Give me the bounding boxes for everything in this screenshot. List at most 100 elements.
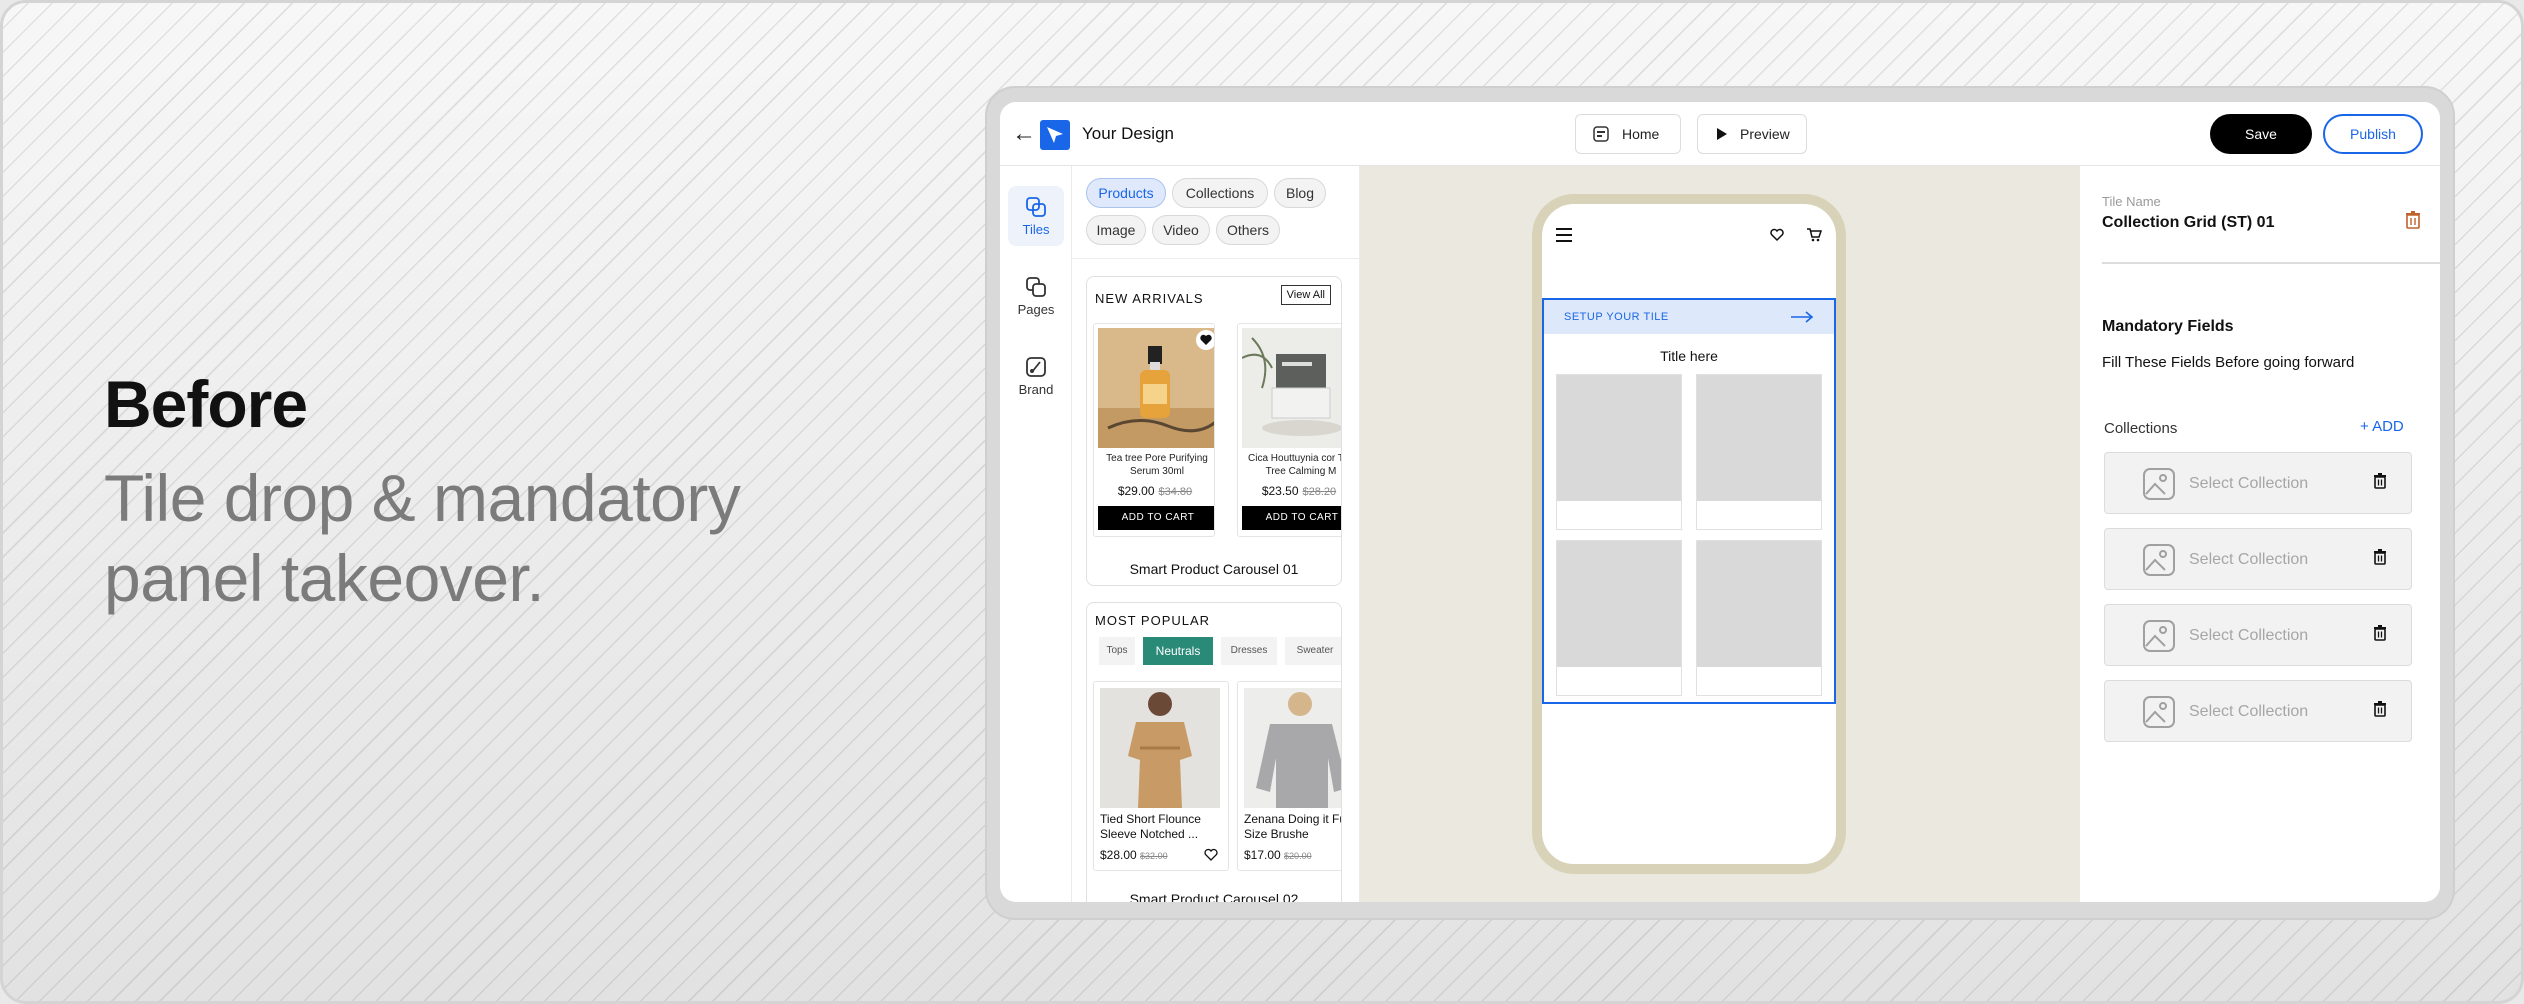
select-collection-text: Select Collection <box>2189 551 2309 568</box>
chip-others[interactable]: Others <box>1216 215 1280 245</box>
image-placeholder-icon <box>2143 620 2175 652</box>
delete-tile-icon[interactable] <box>2405 211 2421 229</box>
mandatory-fields-description: Fill These Fields Before going forward <box>2102 354 2355 371</box>
trash-icon[interactable] <box>2373 473 2387 489</box>
home-page-icon <box>1593 126 1609 142</box>
product-price: $17.00 $20.00 <box>1244 848 1312 862</box>
rail-label-brand: Brand <box>1018 382 1054 397</box>
rail-item-pages[interactable]: Pages <box>1008 266 1064 326</box>
product-name: Tea tree Pore Purifying Serum 30ml <box>1106 453 1208 477</box>
rail-label-tiles: Tiles <box>1022 222 1050 237</box>
grid-cell <box>1696 374 1822 530</box>
product-price: $23.50 $28.20 <box>1261 484 1337 498</box>
grid-cell <box>1556 374 1682 530</box>
collections-label: Collections <box>2104 420 2178 437</box>
trash-icon[interactable] <box>2373 549 2387 565</box>
dropped-tile-collection-grid[interactable]: SETUP YOUR TILE Title here <box>1542 298 1836 704</box>
skincare-jar-image <box>1242 328 1341 448</box>
section-heading: NEW ARRIVALS <box>1095 291 1204 306</box>
filter-tab-sweater[interactable]: Sweater <box>1285 637 1341 665</box>
preview-button[interactable]: Preview <box>1697 114 1807 154</box>
heart-icon[interactable] <box>1770 228 1784 242</box>
phone-preview: SETUP YOUR TILE Title here <box>1532 194 1846 874</box>
hero-title: Before <box>104 367 308 441</box>
rail-item-brand[interactable]: Brand <box>1008 346 1064 406</box>
select-collection-text: Select Collection <box>2189 627 2309 644</box>
grid-cell <box>1556 540 1682 696</box>
image-placeholder-icon <box>2143 468 2175 500</box>
tile-caption: Smart Product Carousel 02 <box>1129 891 1299 902</box>
tile-settings-panel: Tile Name Collection Grid (ST) 01 Mandat… <box>2080 166 2440 902</box>
tile-name-value[interactable]: Collection Grid (ST) 01 <box>2102 214 2274 232</box>
tiles-icon <box>1026 197 1046 217</box>
home-button[interactable]: Home <box>1575 114 1681 154</box>
rail-item-tiles[interactable]: Tiles <box>1008 186 1064 246</box>
flounce-dress-image <box>1100 688 1220 808</box>
save-button[interactable]: Save <box>2210 114 2312 154</box>
arrow-right-icon <box>1791 311 1814 323</box>
product-name: Zenana Doing it Full Size Brushe <box>1244 812 1342 841</box>
add-to-cart-button[interactable]: ADD TO CART <box>1098 506 1214 530</box>
chip-image[interactable]: Image <box>1086 215 1146 245</box>
select-collection-field[interactable]: Select Collection <box>2104 452 2412 514</box>
trash-icon[interactable] <box>2373 625 2387 641</box>
product-name: Tied Short Flounce Sleeve Notched ... <box>1100 812 1201 841</box>
home-label: Home <box>1622 126 1660 142</box>
left-rail: Tiles Pages Brand <box>1000 166 1072 902</box>
add-collection-button[interactable]: + ADD <box>2360 418 2404 435</box>
top-bar: ← Your Design Home Preview Save Publish <box>1000 102 2440 166</box>
design-title: Your Design <box>1082 124 1174 143</box>
select-collection-field[interactable]: Select Collection <box>2104 680 2412 742</box>
hero-subtitle: Tile drop & mandatory panel takeover. <box>104 461 741 615</box>
tiles-panel: Products Collections Blog Image Video Ot… <box>1072 166 1360 902</box>
chip-video[interactable]: Video <box>1152 215 1210 245</box>
divider <box>2102 262 2440 264</box>
select-collection-text: Select Collection <box>2189 703 2309 720</box>
publish-button[interactable]: Publish <box>2323 114 2423 154</box>
tile-caption: Smart Product Carousel 01 <box>1129 561 1299 577</box>
setup-tile-bar[interactable]: SETUP YOUR TILE <box>1544 300 1834 334</box>
filter-tab-dresses[interactable]: Dresses <box>1221 637 1277 665</box>
setup-tile-label: SETUP YOUR TILE <box>1564 311 1669 323</box>
add-to-cart-button[interactable]: ADD TO CART <box>1242 506 1341 530</box>
play-icon <box>1717 128 1727 140</box>
chip-products[interactable]: Products <box>1086 178 1166 208</box>
filter-tab-neutrals[interactable]: Neutrals <box>1143 637 1213 665</box>
mandatory-fields-title: Mandatory Fields <box>2102 318 2234 335</box>
cart-icon[interactable] <box>1806 228 1822 242</box>
preview-label: Preview <box>1740 126 1790 142</box>
grid-title: Title here <box>1660 348 1718 364</box>
product-card: Tied Short Flounce Sleeve Notched ... $2… <box>1093 681 1229 871</box>
product-price: $28.00 $32.00 <box>1100 848 1168 862</box>
design-canvas: SETUP YOUR TILE Title here <box>1360 166 2080 902</box>
section-heading: MOST POPULAR <box>1095 613 1211 628</box>
tile-card-smart-product-carousel-01[interactable]: NEW ARRIVALS View All Tea tree Pore Puri… <box>1086 276 1342 586</box>
tile-card-smart-product-carousel-02[interactable]: MOST POPULAR Tops Neutrals Dresses Sweat… <box>1086 602 1342 902</box>
image-placeholder-icon <box>2143 544 2175 576</box>
product-card: Tea tree Pore Purifying Serum 30ml $29.0… <box>1093 323 1215 537</box>
view-all-button[interactable]: View All <box>1280 285 1331 305</box>
serum-bottle-image <box>1098 328 1214 448</box>
chip-collections[interactable]: Collections <box>1172 178 1268 208</box>
panel-divider <box>1072 258 1359 259</box>
filter-tab-tops[interactable]: Tops <box>1099 637 1135 665</box>
app-window: ← Your Design Home Preview Save Publish … <box>1000 102 2440 902</box>
grid-cell <box>1696 540 1822 696</box>
rail-label-pages: Pages <box>1017 302 1055 317</box>
grey-sweater-image <box>1244 688 1341 808</box>
trash-icon[interactable] <box>2373 701 2387 717</box>
chip-blog[interactable]: Blog <box>1274 178 1326 208</box>
tile-name-label: Tile Name <box>2102 194 2161 209</box>
brand-logo <box>1040 120 1070 150</box>
back-arrow-icon[interactable]: ← <box>1012 120 1036 148</box>
product-card: Cica Houttuynia cor Tea Tree Calming M $… <box>1237 323 1341 537</box>
heart-icon[interactable] <box>1204 848 1218 862</box>
product-card: Zenana Doing it Full Size Brushe $17.00 … <box>1237 681 1342 871</box>
pages-icon <box>1026 277 1046 297</box>
hamburger-menu-icon[interactable] <box>1556 228 1572 242</box>
select-collection-field[interactable]: Select Collection <box>2104 604 2412 666</box>
phone-header <box>1542 204 1836 264</box>
select-collection-field[interactable]: Select Collection <box>2104 528 2412 590</box>
image-placeholder-icon <box>2143 696 2175 728</box>
product-price: $29.00 $34.80 <box>1117 484 1193 498</box>
